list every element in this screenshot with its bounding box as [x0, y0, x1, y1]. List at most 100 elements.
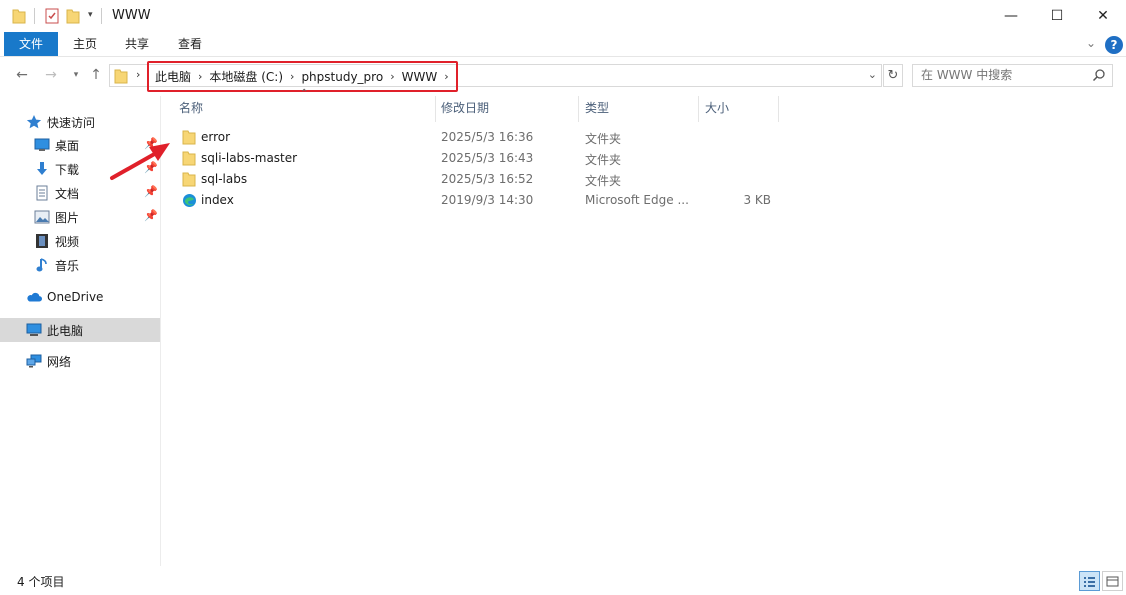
music-icon [34, 257, 50, 273]
forward-icon[interactable]: → [43, 67, 59, 83]
table-row[interactable]: index 2019/9/3 14:30 Microsoft Edge ... … [170, 190, 870, 211]
tab-file[interactable]: 文件 [4, 32, 58, 56]
search-icon[interactable] [1092, 68, 1106, 85]
red-arrow-annotation [110, 143, 170, 180]
divider [101, 8, 102, 24]
edge-icon [182, 193, 197, 211]
large-icons-view-button[interactable] [1102, 571, 1123, 591]
nav-item-music[interactable]: 音乐 [0, 253, 160, 277]
download-icon [34, 161, 50, 177]
ribbon: 文件 主页 共享 查看 ⌄ ? [0, 32, 1126, 57]
computer-icon [26, 322, 42, 338]
item-count: 4 个项目 [17, 575, 65, 589]
search-input[interactable] [921, 68, 1091, 82]
column-header-name[interactable]: 名称 [170, 96, 435, 120]
breadcrumb-phpstudy-pro[interactable]: phpstudy_pro [297, 70, 387, 84]
breadcrumb-www[interactable]: WWW [398, 70, 442, 84]
video-icon [34, 233, 50, 249]
minimize-button[interactable]: — [988, 0, 1034, 32]
table-row[interactable]: sql-labs 2025/5/3 16:52 文件夹 [170, 169, 870, 190]
tab-home[interactable]: 主页 [62, 32, 108, 56]
nav-onedrive[interactable]: OneDrive [0, 285, 160, 309]
up-icon[interactable]: ↑ [88, 67, 104, 83]
maximize-button[interactable]: ☐ [1034, 0, 1080, 32]
nav-label: 桌面 [55, 138, 80, 153]
title-bar: ▾ WWW — ☐ ✕ [0, 0, 1126, 32]
file-type: 文件夹 [585, 153, 622, 167]
divider [34, 8, 35, 24]
folder-icon [12, 8, 26, 27]
tab-view[interactable]: 查看 [167, 32, 213, 56]
pictures-icon [34, 209, 50, 225]
table-row[interactable]: sqli-labs-master 2025/5/3 16:43 文件夹 [170, 148, 870, 169]
customize-toolbar-icon[interactable]: ▾ [88, 10, 93, 20]
chevron-down-icon[interactable]: ⌄ [868, 68, 877, 81]
column-header-type[interactable]: 类型 [576, 96, 696, 120]
pin-icon[interactable]: 📌 [144, 185, 158, 198]
folder-icon [182, 172, 196, 190]
nav-quick-access[interactable]: 快速访问 [0, 110, 160, 134]
star-icon [26, 114, 42, 130]
file-date: 2025/5/3 16:43 [441, 151, 534, 165]
search-box[interactable] [912, 64, 1113, 87]
file-date: 2025/5/3 16:52 [441, 172, 534, 186]
expand-ribbon-icon[interactable]: ⌄ [1086, 36, 1096, 50]
file-type: 文件夹 [585, 174, 622, 188]
chevron-right-icon[interactable]: › [136, 68, 140, 81]
recent-locations-icon[interactable]: ▾ [68, 67, 84, 83]
properties-icon[interactable] [44, 8, 60, 27]
chevron-right-icon[interactable]: › [441, 70, 451, 83]
address-bar[interactable]: › 此电脑 › 本地磁盘 (C:) › phpstudy_pro › WWW ›… [109, 61, 882, 92]
nav-label: 下载 [55, 162, 80, 177]
file-list: ⌃ 名称 修改日期 类型 大小 error 2025/5/3 16:36 文件夹… [170, 88, 1126, 566]
address-row: ← → ▾ ↑ › 此电脑 › 本地磁盘 (C:) › phpstudy_pro… [0, 58, 1126, 94]
nav-item-pictures[interactable]: 图片 📌 [0, 205, 160, 229]
column-divider[interactable] [778, 96, 779, 122]
details-view-button[interactable] [1079, 571, 1100, 591]
large-icons-view-icon [1106, 576, 1119, 586]
nav-item-documents[interactable]: 文档 📌 [0, 181, 160, 205]
nav-this-pc[interactable]: 此电脑 [0, 318, 160, 342]
column-header-date[interactable]: 修改日期 [432, 96, 577, 120]
chevron-right-icon[interactable]: › [387, 70, 397, 83]
refresh-button[interactable]: ↻ [883, 64, 903, 87]
window-title: WWW [112, 8, 151, 23]
table-row[interactable]: error 2025/5/3 16:36 文件夹 [170, 127, 870, 148]
file-name: index [201, 193, 234, 207]
nav-network[interactable]: 网络 [0, 349, 160, 373]
nav-label: 网络 [47, 354, 72, 369]
chevron-right-icon[interactable]: › [195, 70, 205, 83]
column-header-size[interactable]: 大小 [696, 96, 776, 120]
nav-label: 此电脑 [47, 323, 84, 338]
status-bar: 4 个项目 [0, 566, 1126, 595]
nav-label: 文档 [55, 186, 80, 201]
nav-label: 视频 [55, 234, 80, 249]
breadcrumb-this-pc[interactable]: 此电脑 [151, 68, 195, 85]
network-icon [26, 353, 42, 369]
help-icon[interactable]: ? [1105, 36, 1123, 54]
tab-share[interactable]: 共享 [114, 32, 160, 56]
file-date: 2019/9/3 14:30 [441, 193, 534, 207]
nav-label: 快速访问 [47, 115, 96, 130]
file-size: 3 KB [743, 193, 771, 207]
file-name: sql-labs [201, 172, 248, 186]
file-type: Microsoft Edge ... [585, 193, 689, 207]
file-name: sqli-labs-master [201, 151, 298, 165]
file-name: error [201, 130, 231, 144]
chevron-right-icon[interactable]: › [287, 70, 297, 83]
folder-icon [114, 68, 128, 87]
details-view-icon [1084, 576, 1095, 587]
nav-item-videos[interactable]: 视频 [0, 229, 160, 253]
nav-label: OneDrive [47, 290, 104, 304]
back-icon[interactable]: ← [14, 67, 30, 83]
nav-label: 图片 [55, 210, 80, 225]
new-folder-icon[interactable] [66, 8, 80, 27]
file-type: 文件夹 [585, 132, 622, 146]
desktop-icon [34, 137, 50, 153]
file-date: 2025/5/3 16:36 [441, 130, 534, 144]
pin-icon[interactable]: 📌 [144, 209, 158, 222]
document-icon [34, 185, 50, 201]
breadcrumb-local-disk[interactable]: 本地磁盘 (C:) [205, 68, 287, 85]
onedrive-icon [26, 289, 42, 305]
close-button[interactable]: ✕ [1080, 0, 1126, 32]
